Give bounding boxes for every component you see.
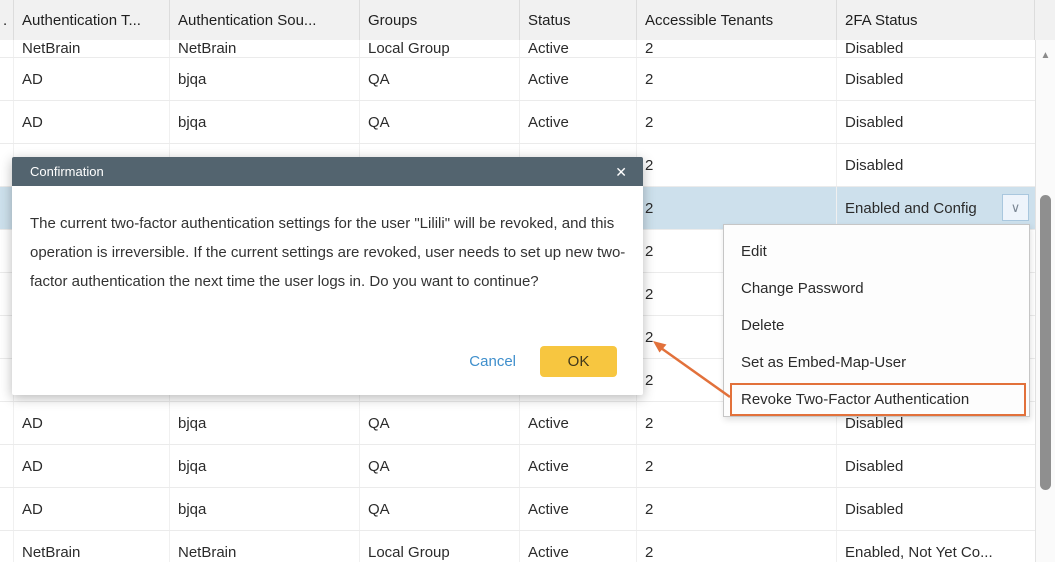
table-cell: AD	[14, 402, 170, 444]
confirmation-dialog: Confirmation ✕ The current two-factor au…	[12, 157, 643, 395]
column-header-status[interactable]: Status	[520, 0, 637, 40]
table-cell: QA	[360, 58, 520, 100]
revoke-item-highlight-box	[730, 383, 1026, 416]
dialog-title: Confirmation	[30, 164, 104, 179]
dialog-actions: Cancel OK	[469, 346, 617, 377]
table-cell: bjqa	[170, 402, 360, 444]
table-cell: Local Group	[360, 531, 520, 562]
table-cell: QA	[360, 445, 520, 487]
table-cell: Disabled	[837, 40, 1035, 58]
table-cell: QA	[360, 101, 520, 143]
table-cell: Active	[520, 488, 637, 530]
table-row[interactable]: ADbjqaQAActive2Disabled	[0, 101, 1035, 144]
table-cell: Active	[520, 101, 637, 143]
table-cell: Disabled	[837, 101, 1035, 143]
dialog-message: The current two-factor authentication se…	[12, 186, 643, 296]
table-cell: 2	[637, 187, 837, 229]
table-cell: AD	[14, 488, 170, 530]
scrollbar-thumb[interactable]	[1040, 195, 1051, 490]
close-icon[interactable]: ✕	[615, 165, 627, 179]
menu-item-change-password[interactable]: Change Password	[724, 270, 1029, 307]
column-header-groups[interactable]: Groups	[360, 0, 520, 40]
table-cell	[0, 58, 14, 100]
column-header-2fa-status[interactable]: 2FA Status	[837, 0, 1035, 40]
table-cell: bjqa	[170, 58, 360, 100]
table-cell: Disabled	[837, 445, 1035, 487]
table-cell: AD	[14, 58, 170, 100]
user-management-screen: . Authentication T... Authentication Sou…	[0, 0, 1060, 562]
table-cell: NetBrain	[14, 531, 170, 562]
table-cell: bjqa	[170, 101, 360, 143]
cancel-button[interactable]: Cancel	[469, 353, 516, 370]
table-cell: QA	[360, 402, 520, 444]
table-cell	[0, 531, 14, 562]
table-cell: bjqa	[170, 445, 360, 487]
table-row[interactable]: NetBrainNetBrainLocal GroupActive2Disabl…	[0, 40, 1035, 58]
dialog-header: Confirmation ✕	[12, 157, 643, 186]
table-cell: Enabled, Not Yet Co...	[837, 531, 1035, 562]
column-header-spacer	[1035, 0, 1055, 40]
table-cell: 2	[637, 101, 837, 143]
table-cell: Active	[520, 40, 637, 58]
column-header-truncated[interactable]: .	[0, 0, 14, 40]
table-cell	[0, 445, 14, 487]
table-cell: AD	[14, 101, 170, 143]
table-cell: Disabled	[837, 58, 1035, 100]
table-cell: Active	[520, 402, 637, 444]
column-header-accessible-tenants[interactable]: Accessible Tenants	[637, 0, 837, 40]
table-cell: Disabled	[837, 144, 1035, 186]
table-cell: QA	[360, 488, 520, 530]
table-cell: Active	[520, 58, 637, 100]
table-row[interactable]: ADbjqaQAActive2Disabled	[0, 488, 1035, 531]
table-cell: Enabled and Config∨	[837, 187, 1035, 229]
table-cell	[0, 488, 14, 530]
column-header-authentication-source[interactable]: Authentication Sou...	[170, 0, 360, 40]
vertical-scrollbar[interactable]: ▲	[1035, 40, 1055, 562]
menu-item-edit[interactable]: Edit	[724, 233, 1029, 270]
table-cell: NetBrain	[14, 40, 170, 58]
column-header-authentication-type[interactable]: Authentication T...	[14, 0, 170, 40]
ok-button[interactable]: OK	[540, 346, 617, 377]
table-cell	[0, 101, 14, 143]
table-cell: Active	[520, 531, 637, 562]
table-cell	[0, 402, 14, 444]
table-header: . Authentication T... Authentication Sou…	[0, 0, 1055, 41]
menu-item-delete[interactable]: Delete	[724, 307, 1029, 344]
table-row[interactable]: ADbjqaQAActive2Disabled	[0, 58, 1035, 101]
table-cell: AD	[14, 445, 170, 487]
table-cell: 2	[637, 445, 837, 487]
table-cell: NetBrain	[170, 40, 360, 58]
table-cell: 2	[637, 531, 837, 562]
table-cell: 2	[637, 58, 837, 100]
table-row[interactable]: ADbjqaQAActive2Disabled	[0, 445, 1035, 488]
table-cell: 2	[637, 144, 837, 186]
table-row[interactable]: NetBrainNetBrainLocal GroupActive2Enable…	[0, 531, 1035, 562]
table-cell: NetBrain	[170, 531, 360, 562]
scroll-up-arrow[interactable]: ▲	[1036, 50, 1055, 61]
table-cell: Local Group	[360, 40, 520, 58]
table-cell: 2	[637, 40, 837, 58]
2fa-status-dropdown-button[interactable]: ∨	[1002, 194, 1029, 221]
table-cell	[0, 40, 14, 58]
table-cell: bjqa	[170, 488, 360, 530]
menu-item-set-as-embed-map-user[interactable]: Set as Embed-Map-User	[724, 344, 1029, 381]
table-cell: Active	[520, 445, 637, 487]
table-cell: Disabled	[837, 488, 1035, 530]
table-cell: 2	[637, 488, 837, 530]
